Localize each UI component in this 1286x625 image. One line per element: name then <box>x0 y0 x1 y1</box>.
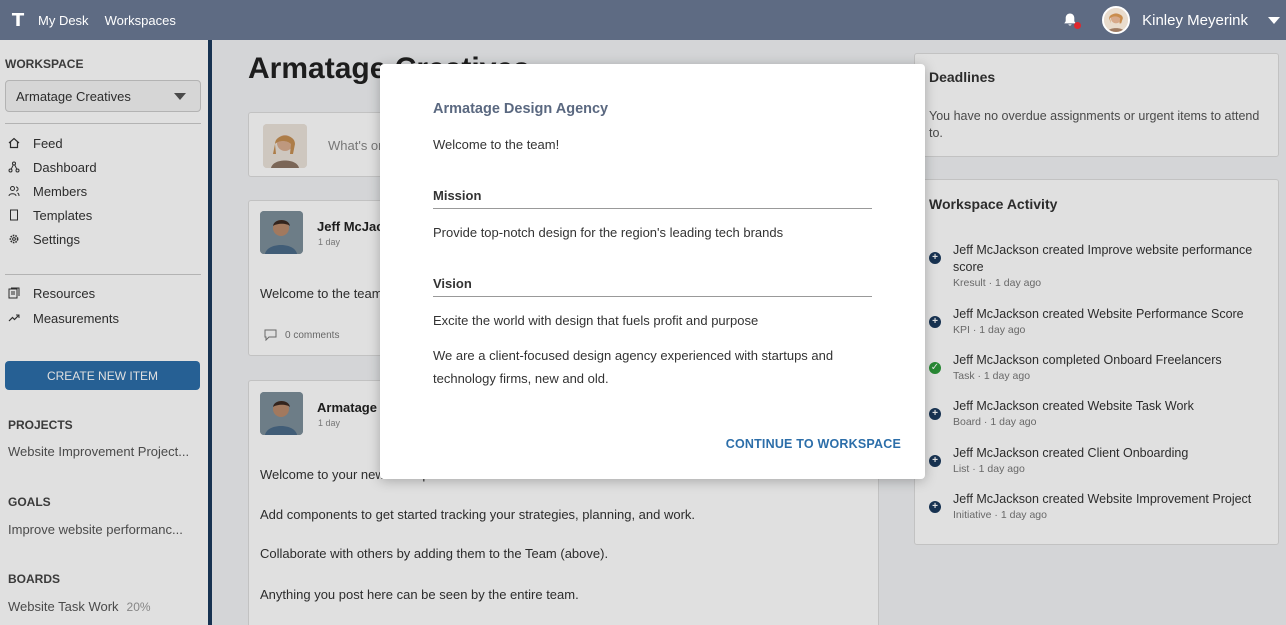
modal-welcome: Welcome to the team! <box>433 137 560 152</box>
user-name[interactable]: Kinley Meyerink <box>1142 12 1248 29</box>
nav-workspaces[interactable]: Workspaces <box>105 13 176 28</box>
app-logo[interactable]: T <box>0 0 36 40</box>
notification-bell-icon[interactable] <box>1062 12 1082 29</box>
continue-to-workspace-button[interactable]: CONTINUE TO WORKSPACE <box>726 437 901 451</box>
user-menu-chevron-icon[interactable] <box>1268 16 1280 24</box>
user-avatar[interactable] <box>1102 6 1131 34</box>
notification-dot <box>1074 22 1082 29</box>
nav-my-desk[interactable]: My Desk <box>38 13 89 28</box>
modal-title: Armatage Design Agency <box>433 101 609 117</box>
top-bar-right: Kinley Meyerink <box>1062 0 1286 40</box>
mission-heading: Mission <box>433 188 872 209</box>
vision-heading: Vision <box>433 276 872 297</box>
top-bar: T My Desk Workspaces Kinley Meyerink <box>0 0 1286 40</box>
welcome-modal: Armatage Design Agency Welcome to the te… <box>380 64 925 479</box>
about-text: We are a client-focused design agency ex… <box>433 348 834 386</box>
vision-text: Excite the world with design that fuels … <box>433 313 759 328</box>
mission-text: Provide top-notch design for the region'… <box>433 225 784 240</box>
